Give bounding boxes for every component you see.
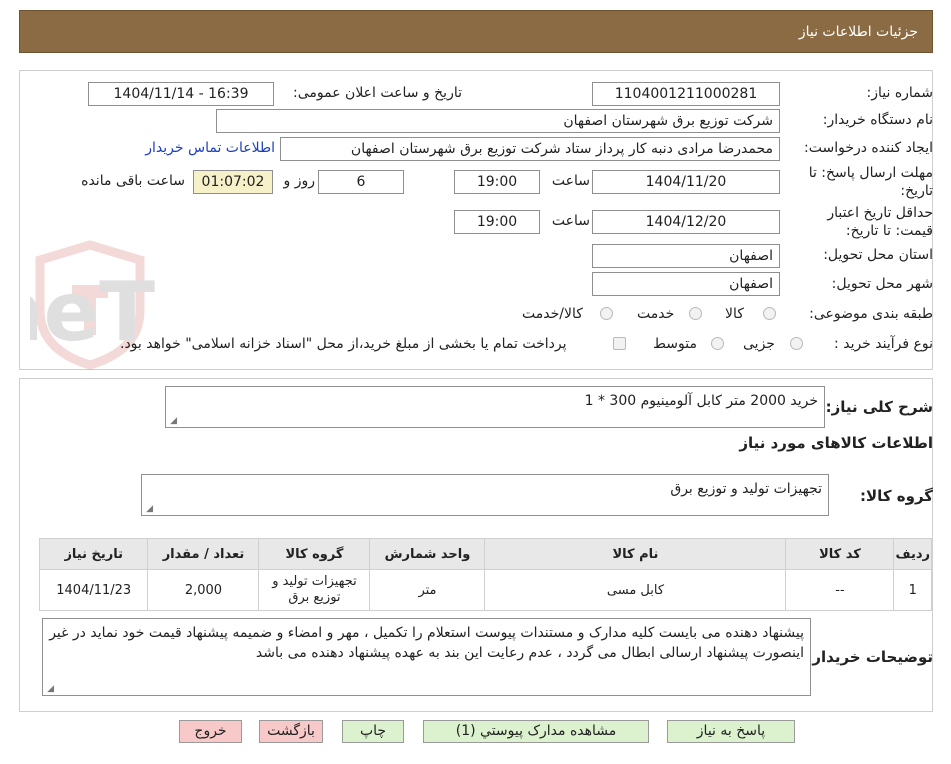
need-number-field: 1104001211000281 (592, 82, 780, 106)
buyer-notes-label: توضیحات خریدار: (806, 648, 933, 666)
category-radio-service[interactable] (689, 307, 702, 320)
buyer-notes-textarea[interactable]: پیشنهاد دهنده می بایست کلیه مدارک و مستن… (42, 618, 811, 696)
buyer-notes-text: پیشنهاد دهنده می بایست کلیه مدارک و مستن… (49, 625, 804, 661)
validity-time-label: ساعت (551, 213, 590, 229)
resize-grip-icon[interactable]: ◢ (145, 505, 153, 514)
col-header-group: گروه کالا (258, 538, 371, 570)
announce-field: 1404/11/14 - 16:39 (88, 82, 274, 106)
category-radio-goods[interactable] (763, 307, 776, 320)
need-number-label: شماره نیاز: (866, 85, 934, 101)
buyer-contact-link[interactable]: اطلاعات تماس خریدار (145, 140, 275, 156)
cell-row-no: 1 (893, 569, 932, 611)
print-button[interactable]: چاپ (342, 720, 404, 743)
table-row[interactable]: 1 -- کابل مسی متر تجهیزات تولید و توزیع … (38, 569, 932, 611)
deadline-time-label: ساعت (551, 173, 590, 189)
items-table-container: ردیف کد کالا نام کالا واحد شمارش گروه کا… (38, 538, 932, 611)
items-table: ردیف کد کالا نام کالا واحد شمارش گروه کا… (38, 538, 932, 611)
deadline-date-field: 1404/11/20 (592, 170, 780, 194)
cell-name: کابل مسی (484, 569, 787, 611)
days-remaining-field: 6 (318, 170, 404, 194)
goods-group-text: تجهیزات تولید و توزیع برق (670, 481, 822, 497)
process-radio-minor[interactable] (790, 337, 803, 350)
remaining-time-label: ساعت باقی مانده (81, 173, 185, 189)
category-option-service: خدمت (637, 306, 675, 322)
summary-label: شرح کلی نیاز: (825, 398, 933, 416)
cell-group: تجهیزات تولید و توزیع برق (258, 569, 371, 611)
view-attachments-button[interactable]: مشاهده مدارک پیوستي (1) (423, 720, 649, 743)
col-header-name: نام کالا (484, 538, 787, 570)
cell-unit: متر (369, 569, 486, 611)
table-header-row: ردیف کد کالا نام کالا واحد شمارش گروه کا… (38, 538, 932, 570)
category-option-goods-service: کالا/خدمت (522, 306, 583, 322)
announce-label: تاریخ و ساعت اعلان عمومی: (293, 85, 462, 101)
category-option-goods: کالا (725, 306, 744, 322)
summary-textarea[interactable]: خرید 2000 متر کابل آلومینیوم 300 * 1 ◢ (165, 386, 825, 428)
col-header-row-no: ردیف (893, 538, 932, 570)
days-label: روز و (283, 173, 316, 189)
creator-field: محمدرضا مرادی دنبه کار پرداز ستاد شرکت ت… (280, 137, 780, 161)
goods-info-title: اطلاعات کالاهای مورد نیاز (739, 434, 933, 452)
buyer-org-label: نام دستگاه خریدار: (822, 112, 933, 128)
col-header-date: تاریخ نیاز (38, 538, 149, 570)
page-header: جزئیات اطلاعات نیاز (19, 10, 933, 53)
page-title: جزئیات اطلاعات نیاز (798, 24, 918, 40)
buyer-org-field: شرکت توزیع برق شهرستان اصفهان (216, 109, 780, 133)
reply-button[interactable]: پاسخ به نیاز (667, 720, 795, 743)
resize-grip-icon[interactable]: ◢ (169, 417, 177, 426)
validity-date-field: 1404/12/20 (592, 210, 780, 234)
city-field: اصفهان (592, 272, 780, 296)
process-option-minor: جزیی (743, 336, 775, 352)
process-radio-medium[interactable] (711, 337, 724, 350)
deadline-label-date: تاریخ: (900, 183, 933, 199)
goods-group-textarea[interactable]: تجهیزات تولید و توزیع برق ◢ (141, 474, 829, 516)
validity-label: حداقل تاریخ اعتبار (827, 205, 933, 221)
cell-code: -- (785, 569, 895, 611)
treasury-text: پرداخت تمام یا بخشی از مبلغ خرید،از محل … (120, 336, 567, 352)
process-option-medium: متوسط (653, 336, 697, 352)
remaining-time-field: 01:07:02 (193, 170, 273, 194)
col-header-quantity: تعداد / مقدار (147, 538, 260, 570)
goods-group-label: گروه کالا: (860, 487, 933, 505)
col-header-unit: واحد شمارش (369, 538, 486, 570)
summary-text: خرید 2000 متر کابل آلومینیوم 300 * 1 (584, 393, 818, 409)
deadline-label: مهلت ارسال پاسخ: تا (808, 165, 933, 181)
back-button[interactable]: بازگشت (259, 720, 323, 743)
cell-date: 1404/11/23 (38, 569, 149, 611)
creator-label: ایجاد کننده درخواست: (804, 140, 933, 156)
exit-button[interactable]: خروج (179, 720, 242, 743)
validity-time-field: 19:00 (454, 210, 540, 234)
category-radio-goods-service[interactable] (600, 307, 613, 320)
process-label: نوع فرآیند خرید : (834, 336, 933, 352)
treasury-checkbox[interactable] (613, 337, 626, 350)
deadline-time-field: 19:00 (454, 170, 540, 194)
cell-quantity: 2,000 (147, 569, 260, 611)
category-label: طبقه بندی موضوعی: (809, 306, 933, 322)
validity-label-date: قیمت: تا تاریخ: (845, 223, 933, 239)
col-header-code: کد کالا (785, 538, 895, 570)
resize-grip-icon[interactable]: ◢ (46, 685, 54, 694)
city-label: شهر محل تحویل: (831, 276, 933, 292)
province-label: استان محل تحویل: (823, 247, 933, 263)
province-field: اصفهان (592, 244, 780, 268)
